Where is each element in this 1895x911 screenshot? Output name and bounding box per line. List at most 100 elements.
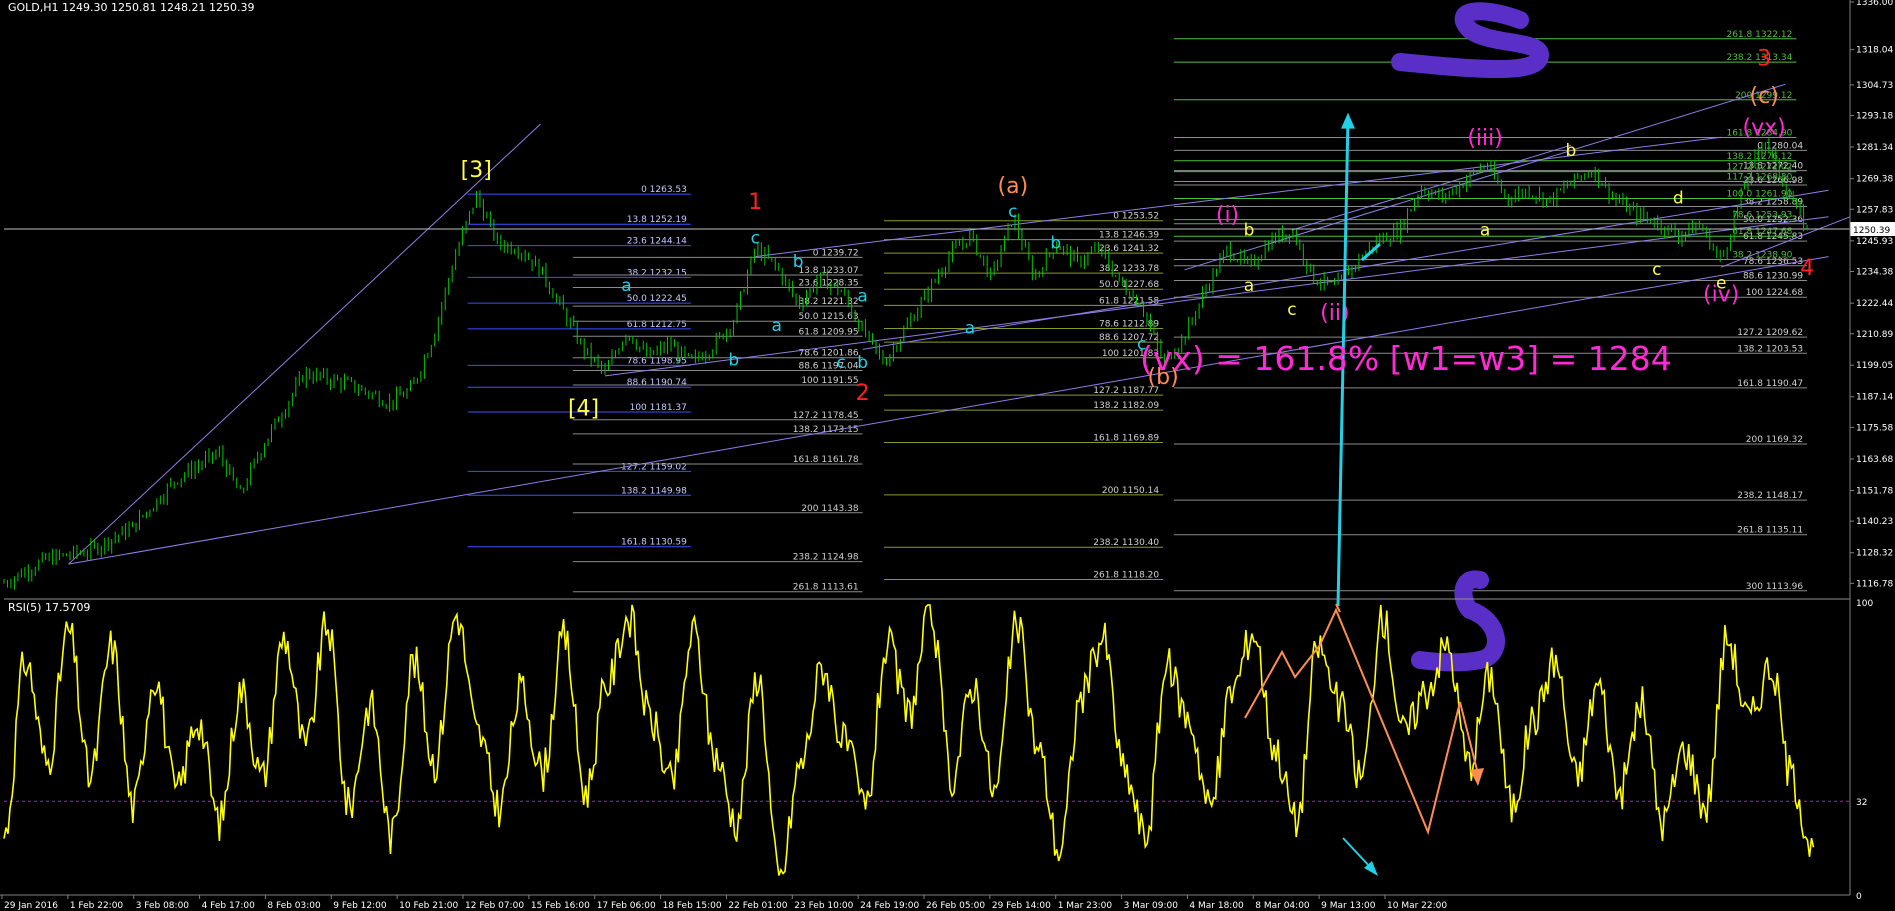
x-tick-label: 22 Feb 01:00	[728, 901, 787, 911]
fib-level-label: 200 1150.14	[1102, 486, 1160, 496]
x-tick-label: 10 Feb 21:00	[399, 901, 458, 911]
sub-wave-label: d	[1673, 189, 1684, 209]
rsi-title: RSI(5) 17.5709	[8, 601, 90, 614]
x-tick-label: 18 Feb 15:00	[663, 901, 722, 911]
y-tick-label: 1269.38	[1856, 175, 1893, 185]
x-tick-label: 26 Feb 05:00	[926, 901, 985, 911]
sub-wave-label: a	[772, 316, 782, 336]
y-tick-label: 1116.78	[1856, 579, 1893, 589]
fib-level-label: 50.0 1227.68	[1099, 280, 1159, 290]
wave-label: [4]	[568, 397, 599, 422]
fib-level-label: 0 1263.53	[641, 185, 687, 195]
sub-wave-label: a	[1244, 276, 1254, 296]
y-tick-label: 1163.68	[1856, 455, 1893, 465]
sub-wave-label: c	[751, 228, 760, 248]
fib-level-label: 238.2 1130.40	[1093, 538, 1159, 548]
fib-level-label: 0 1239.72	[813, 248, 859, 258]
wave-label: 1	[748, 190, 762, 215]
y-tick-label: 1281.34	[1856, 143, 1893, 153]
fib-level-label: 138.2 1276.12	[1726, 152, 1792, 162]
x-tick-label: 4 Mar 18:00	[1189, 901, 1244, 911]
sub-wave-label: c	[1008, 202, 1017, 222]
x-tick-label: 3 Feb 08:00	[136, 901, 190, 911]
rsi-tick-label: 100	[1856, 599, 1873, 609]
x-tick-label: 12 Feb 07:00	[465, 901, 524, 911]
fib-level-label: 127.2 1272.02	[1726, 163, 1792, 173]
wave-label: (vx)	[1743, 116, 1786, 141]
price-chart[interactable]: 0 1263.53 13.8 1252.19 23.6 1244.14 38.2 12…	[0, 0, 1895, 911]
fib-level-label: 127.2 1209.62	[1737, 328, 1803, 338]
sub-wave-label: b	[857, 353, 868, 373]
wave-label: 4	[1800, 256, 1814, 281]
y-tick-label: 1336.00	[1856, 0, 1893, 8]
fib-level-label: 161.8 1161.78	[793, 455, 859, 465]
y-tick-label: 1128.32	[1856, 549, 1893, 559]
x-tick-label: 29 Jan 2016	[4, 901, 58, 911]
x-tick-label: 8 Feb 03:00	[267, 901, 321, 911]
wave-label: (iii)	[1467, 126, 1503, 151]
fib-level-label: 261.8 1118.20	[1093, 571, 1159, 581]
y-tick-label: 1234.38	[1856, 267, 1893, 277]
fib-level-label: 161.8 1190.47	[1737, 379, 1803, 389]
wave-label: [3]	[461, 158, 492, 183]
x-tick-label: 29 Feb 14:00	[992, 901, 1051, 911]
sub-wave-label: b	[1050, 234, 1061, 254]
fib-level-label: 138.2 1173.15	[793, 425, 859, 435]
fib-level-label: 23.6 1241.32	[1099, 244, 1159, 254]
fib-level-label: 13.8 1252.19	[627, 215, 687, 225]
fib-level-label: 13.8 1246.39	[1099, 231, 1159, 241]
fib-level-label: 100 1224.68	[1746, 288, 1804, 298]
wave-label: (i)	[1216, 203, 1239, 228]
x-tick-label: 10 Mar 22:00	[1387, 901, 1447, 911]
x-tick-label: 9 Feb 12:00	[333, 901, 387, 911]
x-tick-label: 9 Mar 13:00	[1321, 901, 1376, 911]
fib-level-label: 88.6 1190.74	[627, 378, 687, 388]
y-tick-label: 1187.14	[1856, 393, 1893, 403]
y-tick-label: 1199.05	[1856, 361, 1893, 371]
fib-level-label: 200 1169.32	[1746, 435, 1803, 445]
y-tick-label: 1257.83	[1856, 205, 1893, 215]
sub-wave-label: b	[1566, 141, 1577, 161]
x-tick-label: 3 Mar 09:00	[1124, 901, 1179, 911]
y-tick-label: 1175.58	[1856, 423, 1893, 433]
fib-level-label: 50.0 1222.45	[627, 294, 687, 304]
fib-level-label: 238.2 1148.17	[1737, 491, 1803, 501]
fib-level-label: 23.6 1244.14	[627, 237, 687, 247]
current-price-label: 1250.39	[1853, 226, 1890, 236]
x-tick-label: 4 Feb 17:00	[202, 901, 256, 911]
fib-level-label: 23.6 1228.35	[798, 278, 858, 288]
fib-level-label: 78.6 1253.93	[1732, 211, 1792, 221]
sub-wave-label: a	[965, 318, 975, 338]
sub-wave-label: a	[1480, 220, 1490, 240]
fib-level-label: 88.6 1230.99	[1743, 271, 1803, 281]
x-tick-label: 1 Feb 22:00	[70, 901, 124, 911]
fib-level-label: 300 1113.96	[1746, 582, 1804, 592]
sub-wave-label: b	[1244, 220, 1255, 240]
y-tick-label: 1222.44	[1856, 299, 1893, 309]
fib-level-label: 38.2 1232.15	[627, 268, 687, 278]
x-tick-label: 23 Feb 10:00	[794, 901, 853, 911]
sub-wave-label: c	[836, 353, 845, 373]
wave-label: (a)	[998, 174, 1029, 199]
y-tick-label: 1151.78	[1856, 487, 1893, 497]
fib-level-label: 61.8 1209.95	[798, 327, 858, 337]
y-tick-label: 1245.93	[1856, 237, 1893, 247]
fib-level-label: 13.8 1233.07	[798, 266, 858, 276]
x-tick-label: 1 Mar 23:00	[1058, 901, 1113, 911]
sub-wave-label: c	[1287, 300, 1296, 320]
fib-level-label: 38.2 1221.32	[798, 297, 858, 307]
wave-label: 3	[1757, 47, 1771, 72]
y-tick-label: 1293.18	[1856, 112, 1893, 122]
fib-level-label: 161.8 1169.89	[1093, 433, 1159, 443]
fib-level-label: 138.2 1182.09	[1093, 401, 1159, 411]
chart-background	[0, 0, 1895, 911]
y-tick-label: 1318.04	[1856, 46, 1893, 56]
rsi-tick-label: 0	[1856, 892, 1862, 902]
sub-wave-label: c	[1652, 260, 1661, 280]
fib-level-label: 0 1280.04	[1757, 141, 1803, 151]
fib-level-label: 127.2 1178.45	[793, 411, 859, 421]
fib-level-label: 261.8 1322.12	[1726, 30, 1792, 40]
rsi-tick-label: 32	[1856, 798, 1867, 808]
fib-level-label: 100 1191.55	[801, 376, 858, 386]
sub-wave-label: b	[728, 350, 739, 370]
